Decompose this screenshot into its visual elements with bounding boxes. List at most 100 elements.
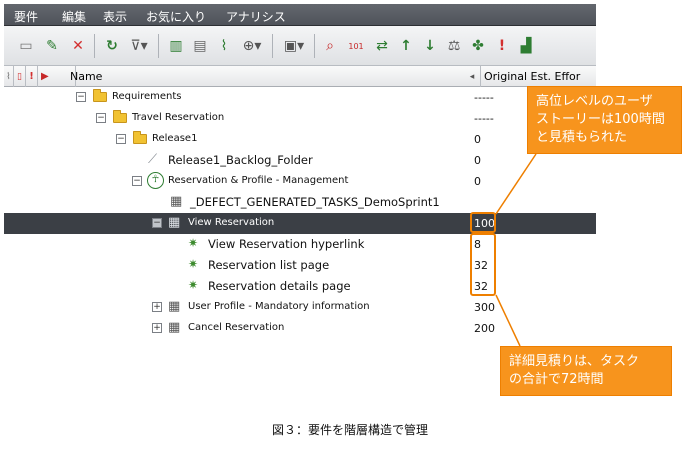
tree-item-label: View Reservation: [188, 217, 275, 228]
callout-top: 高位レベルのユーザ ストーリーは100時間 と見積もられた: [527, 86, 682, 154]
estimate-value: -----: [474, 112, 494, 125]
expand-icon[interactable]: +: [152, 323, 162, 333]
tree-item-label: Reservation list page: [208, 258, 330, 272]
estimate-value: 200: [474, 322, 495, 335]
tree-item-label: Cancel Reservation: [188, 322, 285, 333]
priority-col-icon[interactable]: !: [26, 66, 38, 87]
task-gear-icon: ✷: [188, 236, 199, 250]
callout-bottom-line2: の合計で72時間: [509, 372, 604, 387]
collapse-icon[interactable]: −: [116, 134, 126, 144]
task-group-icon: ▦: [168, 320, 181, 335]
estimate-column-header[interactable]: Original Est. Effor: [480, 66, 596, 87]
estimate-value: -----: [474, 91, 494, 104]
callout-top-line2: ストーリーは100時間: [536, 112, 665, 127]
tree-row[interactable]: − Travel Reservation -----: [4, 108, 596, 129]
analysis-icon[interactable]: ▟: [516, 35, 536, 57]
toolbar-separator: [314, 34, 315, 58]
tree-row[interactable]: − Requirements -----: [4, 87, 596, 108]
alert-icon[interactable]: !: [492, 35, 512, 57]
callout-top-line3: と見積もられた: [536, 130, 628, 145]
name-column-header[interactable]: Name: [70, 66, 464, 87]
tree-row[interactable]: ▦ _DEFECT_GENERATED_TASKS_DemoSprint1: [4, 192, 596, 213]
tree-item-label: View Reservation hyperlink: [208, 237, 365, 251]
menu-favorites[interactable]: お気に入り: [146, 8, 206, 25]
user-story-icon: ☥: [147, 172, 164, 189]
folder-icon: [113, 110, 127, 123]
tree-row[interactable]: − ☥ Reservation & Profile - Management 0: [4, 171, 596, 192]
find-icon[interactable]: ⌕: [320, 35, 340, 57]
move-up-icon[interactable]: ↑: [396, 35, 416, 57]
new-requirement-icon[interactable]: ▭: [16, 35, 36, 57]
tree-row[interactable]: ⟋ Release1_Backlog_Folder 0: [4, 150, 596, 171]
menu-edit[interactable]: 編集: [62, 8, 86, 25]
menu-bar: 要件 編集 表示 お気に入り アナリシス: [4, 4, 596, 26]
scroll-left-icon[interactable]: ◂: [464, 66, 480, 87]
menu-requirements[interactable]: 要件: [14, 8, 38, 25]
backlog-folder-icon: ⟋: [148, 152, 158, 167]
tree-item-label: Reservation & Profile - Management: [168, 175, 349, 186]
filter-icon[interactable]: ⊽▾: [126, 35, 152, 57]
tree-row-selected[interactable]: − ▦ View Reservation 100: [4, 213, 596, 234]
figure-caption: 図３：要件を階層構造で管理: [271, 423, 428, 437]
coverage-icon[interactable]: ✤: [468, 35, 488, 57]
toolbar-separator: [158, 34, 159, 58]
goto-id-icon[interactable]: 101: [344, 35, 368, 57]
risk-icon[interactable]: ⚖: [444, 35, 464, 57]
collapse-icon[interactable]: −: [152, 218, 162, 228]
menu-view[interactable]: 表示: [103, 8, 127, 25]
estimate-value: 0: [474, 175, 481, 188]
callout-bottom: 詳細見積りは、タスク の合計で72時間: [500, 346, 672, 396]
tree-row[interactable]: + ▦ Cancel Reservation 200: [4, 318, 596, 339]
move-down-icon[interactable]: ↓: [420, 35, 440, 57]
callout-top-line1: 高位レベルのユーザ: [536, 94, 653, 109]
collapse-icon[interactable]: −: [76, 92, 86, 102]
column-header: ⌇ ▯ ! ▶ Name ◂ Original Est. Effor: [4, 66, 596, 87]
tree-item-label: User Profile - Mandatory information: [188, 301, 370, 312]
new-child-icon[interactable]: ✎: [42, 35, 62, 57]
estimate-value: 300: [474, 301, 495, 314]
task-gear-icon: ✷: [188, 278, 199, 292]
task-estimate-highlight-box: [470, 233, 496, 296]
attachment-col-icon[interactable]: ⌇: [4, 66, 14, 87]
app-window: 要件 編集 表示 お気に入り アナリシス ▭ ✎ ✕ ↻ ⊽▾ ▥ ▤ ⌇ ⊕▾…: [4, 4, 596, 346]
task-group-icon: ▦: [168, 215, 181, 230]
estimate-value: 0: [474, 154, 481, 167]
name-header-label: Name: [70, 70, 103, 83]
callout-bottom-line1: 詳細見積りは、タスク: [509, 354, 640, 369]
task-group-icon: ▦: [168, 299, 181, 314]
tree-item-label: Release1: [152, 133, 198, 144]
tree-item-label: Travel Reservation: [132, 112, 225, 123]
expand-icon[interactable]: +: [152, 302, 162, 312]
menu-analysis[interactable]: アナリシス: [226, 8, 286, 25]
risk-col-icon[interactable]: ▯: [14, 66, 26, 87]
estimate-highlight-box: [470, 212, 496, 233]
tree-row[interactable]: ✷ Reservation details page 32: [4, 276, 596, 297]
toolbar-separator: [272, 34, 273, 58]
estimate-value: 0: [474, 133, 481, 146]
collapse-icon[interactable]: −: [132, 176, 142, 186]
tree-item-label: _DEFECT_GENERATED_TASKS_DemoSprint1: [190, 195, 440, 209]
zoom-icon[interactable]: ⊕▾: [238, 35, 266, 57]
tree-row[interactable]: + ▦ User Profile - Mandatory information…: [4, 297, 596, 318]
folder-icon: [133, 131, 147, 144]
refresh-icon[interactable]: ↻: [102, 35, 122, 57]
collapse-icon[interactable]: −: [96, 113, 106, 123]
tree-row[interactable]: − Release1 0: [4, 129, 596, 150]
task-gear-icon: ✷: [188, 257, 199, 271]
tree-row[interactable]: ✷ Reservation list page 32: [4, 255, 596, 276]
toolbar: ▭ ✎ ✕ ↻ ⊽▾ ▥ ▤ ⌇ ⊕▾ ▣▾ ⌕ 101 ⇄ ↑ ↓ ⚖ ✤ !…: [4, 26, 596, 66]
convert-icon[interactable]: ⇄: [372, 35, 392, 57]
delete-icon[interactable]: ✕: [68, 35, 88, 57]
tree-item-label: Requirements: [112, 91, 182, 102]
folder-icon: [93, 89, 107, 102]
view-select-icon[interactable]: ▣▾: [280, 35, 308, 57]
details-icon[interactable]: ▤: [190, 35, 210, 57]
task-group-icon: ▦: [170, 194, 183, 209]
toolbar-separator: [94, 34, 95, 58]
columns-icon[interactable]: ▥: [166, 35, 186, 57]
tree-item-label: Reservation details page: [208, 279, 351, 293]
tree-row[interactable]: ✷ View Reservation hyperlink 8: [4, 234, 596, 255]
requirements-tree: − Requirements ----- − Travel Reservatio…: [4, 87, 596, 346]
attachment-icon[interactable]: ⌇: [214, 35, 234, 57]
tree-item-label: Release1_Backlog_Folder: [168, 153, 313, 167]
